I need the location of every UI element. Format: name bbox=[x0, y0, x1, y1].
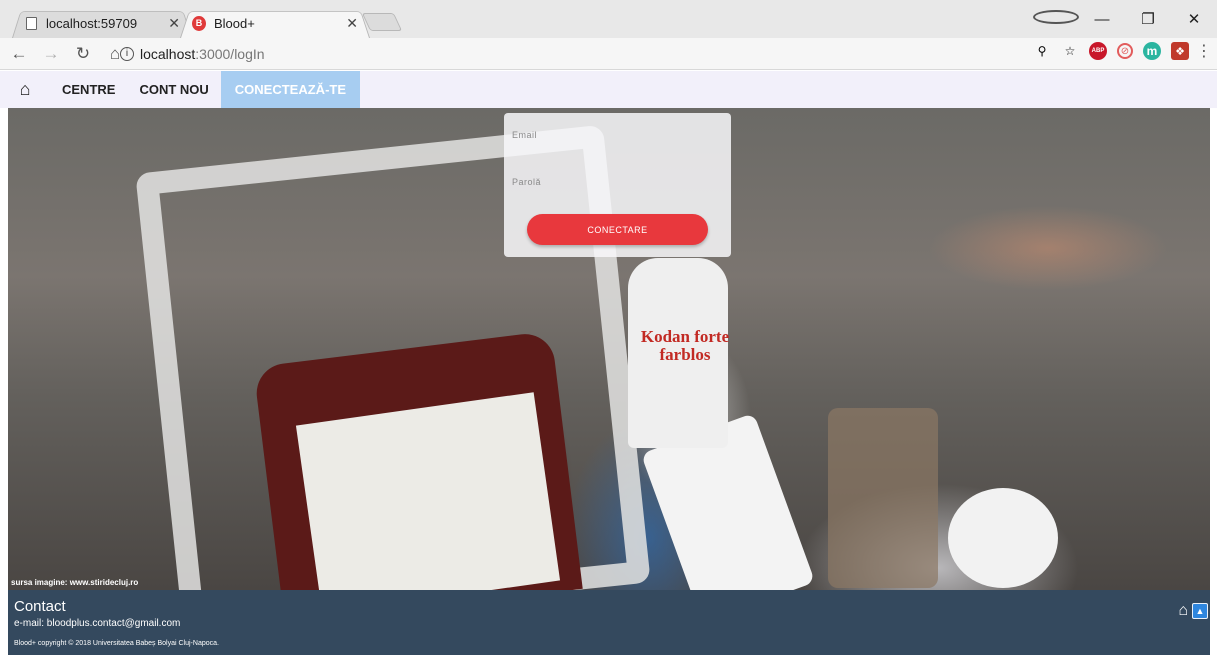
nav-item-cont-nou[interactable]: CONT NOU bbox=[127, 71, 220, 108]
password-field[interactable] bbox=[512, 168, 722, 196]
blood-logo-icon: B bbox=[192, 15, 206, 31]
close-tab-icon[interactable]: ✕ bbox=[168, 15, 180, 32]
address-bar[interactable]: i localhost:3000/logIn bbox=[112, 41, 1060, 66]
back-icon[interactable]: ← bbox=[6, 44, 32, 64]
extension-icons: ⚲ ☆ ABP ⊘ m ❖ ⋮ bbox=[1033, 42, 1212, 60]
photo-credit: sursa imagine: www.stiridecluj.ro bbox=[11, 578, 139, 587]
photo-bottle-text: Kodan forte farblos bbox=[640, 327, 730, 364]
gift-extension-icon[interactable]: ❖ bbox=[1171, 42, 1189, 60]
browser-tabstrip: localhost:59709 ✕ B Blood+ ✕ — ❐ ✕ bbox=[0, 0, 1217, 38]
adblock-icon[interactable]: ABP bbox=[1089, 42, 1107, 60]
footer-title: Contact bbox=[14, 598, 66, 615]
footer: Contact e-mail: bloodplus.contact@gmail.… bbox=[8, 590, 1210, 655]
star-icon[interactable]: ☆ bbox=[1061, 42, 1079, 60]
zoom-icon[interactable]: ⚲ bbox=[1033, 42, 1051, 60]
tab-title: Blood+ bbox=[214, 15, 255, 31]
profile-icon[interactable] bbox=[1033, 10, 1079, 28]
browser-tab-localhost[interactable]: localhost:59709 ✕ bbox=[12, 8, 192, 38]
home-icon: ⌂ bbox=[19, 79, 31, 99]
browser-tab-blood[interactable]: B Blood+ ✕ bbox=[180, 8, 370, 38]
nav-item-centre[interactable]: CENTRE bbox=[50, 71, 127, 108]
url-host: localhost bbox=[140, 45, 196, 62]
login-button[interactable]: CONECTARE bbox=[527, 214, 708, 245]
url-path: :3000/logIn bbox=[195, 45, 265, 62]
footer-copyright: Blood+ copyright © 2018 Universitatea Ba… bbox=[14, 640, 219, 647]
minimize-icon[interactable]: — bbox=[1079, 11, 1125, 28]
photo-bag-label bbox=[295, 392, 561, 590]
nav-home-button[interactable]: ⌂ bbox=[0, 71, 50, 108]
footer-home-icon[interactable]: ⌂ bbox=[1178, 602, 1188, 620]
close-tab-icon[interactable]: ✕ bbox=[346, 15, 358, 32]
forward-icon[interactable]: → bbox=[38, 44, 64, 64]
footer-icons: ⌂ ▲ bbox=[1178, 602, 1208, 620]
close-icon[interactable]: ✕ bbox=[1171, 10, 1217, 28]
nav-item-conecteaza-te[interactable]: CONECTEAZĂ-TE bbox=[220, 71, 361, 108]
browser-toolbar: ← → ↻ ⌂ i localhost:3000/logIn ⚲ ☆ ABP ⊘… bbox=[0, 38, 1217, 70]
footer-email: e-mail: bloodplus.contact@gmail.com bbox=[14, 618, 181, 629]
info-icon[interactable]: i bbox=[120, 46, 134, 61]
page-icon bbox=[24, 16, 38, 30]
site-navbar: ⌂ CENTRE CONT NOU CONECTEAZĂ-TE bbox=[0, 71, 1217, 108]
login-form: CONECTARE bbox=[504, 113, 731, 257]
reload-icon[interactable]: ↻ bbox=[70, 44, 96, 64]
menu-icon[interactable]: ⋮ bbox=[1196, 42, 1212, 60]
maximize-icon[interactable]: ❐ bbox=[1125, 10, 1171, 28]
tab-title: localhost:59709 bbox=[46, 15, 138, 31]
photo-cotton bbox=[948, 488, 1058, 588]
scroll-top-icon[interactable]: ▲ bbox=[1192, 603, 1208, 619]
block-icon[interactable]: ⊘ bbox=[1117, 43, 1133, 59]
m-extension-icon[interactable]: m bbox=[1143, 42, 1161, 60]
window-controls: — ❐ ✕ bbox=[1033, 0, 1217, 38]
email-field[interactable] bbox=[512, 121, 722, 149]
photo-jar bbox=[828, 408, 938, 588]
